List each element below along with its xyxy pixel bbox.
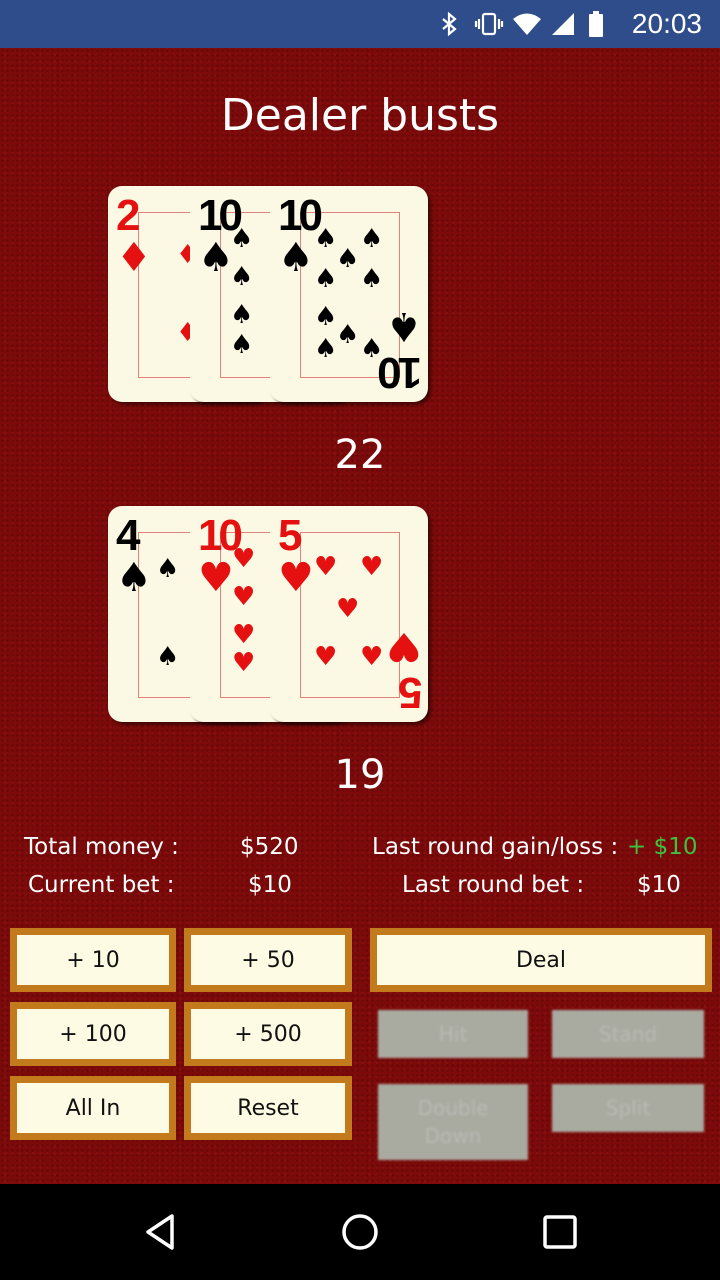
spade-icon: ♠ — [336, 244, 360, 274]
spade-icon: ♠ — [360, 224, 384, 254]
spade-icon: ♠ — [230, 262, 254, 292]
spade-icon: ♠ — [314, 302, 338, 332]
spade-icon: ♠ — [230, 330, 254, 360]
heart-icon: ♥ — [314, 552, 338, 582]
heart-icon: ♥ — [232, 648, 256, 678]
dealer-card-3: 10 ♠ 10 ♠ ♠ ♠ ♠ ♠ ♠ ♠ ♠ ♠ ♠ — [270, 186, 428, 402]
spade-icon: ♠ — [386, 303, 422, 349]
spade-icon: ♠ — [278, 235, 314, 281]
clock: 20:03 — [631, 8, 702, 39]
total-money-label: Total money : — [24, 834, 179, 860]
spade-icon: ♠ — [156, 642, 180, 672]
total-money-value: $520 — [240, 834, 299, 860]
stand-button[interactable]: Stand — [552, 1010, 704, 1058]
heart-icon: ♥ — [336, 594, 360, 624]
status-bar: 20:03 — [0, 0, 720, 48]
wifi-icon — [512, 11, 541, 37]
heart-icon: ♥ — [232, 544, 256, 574]
vibrate-icon — [474, 11, 504, 37]
back-icon[interactable] — [136, 1208, 184, 1256]
spade-icon: ♠ — [314, 224, 338, 254]
spade-icon: ♠ — [314, 264, 338, 294]
all-in-button[interactable]: All In — [10, 1076, 176, 1140]
hit-button[interactable]: Hit — [378, 1010, 528, 1058]
last-gain-value: + $10 — [627, 834, 698, 860]
dealer-score: 22 — [334, 432, 386, 478]
card-rank: 10 — [278, 191, 323, 240]
bet-plus-500-button[interactable]: + 500 — [184, 1002, 352, 1066]
card-rank: 5 — [401, 668, 422, 717]
spade-icon: ♠ — [116, 555, 152, 601]
bet-plus-100-button[interactable]: + 100 — [10, 1002, 176, 1066]
navigation-bar — [0, 1184, 720, 1280]
heart-icon: ♥ — [232, 620, 256, 650]
spade-icon: ♠ — [230, 224, 254, 254]
spade-icon: ♠ — [336, 320, 360, 350]
last-gain-label: Last round gain/loss : — [372, 834, 619, 860]
diamond-icon: ♦ — [116, 235, 152, 281]
spade-icon: ♠ — [360, 334, 384, 364]
heart-icon: ♥ — [232, 582, 256, 612]
bet-plus-10-button[interactable]: + 10 — [10, 928, 176, 992]
deal-button[interactable]: Deal — [370, 928, 712, 992]
battery-icon — [588, 11, 614, 37]
dealer-hand: 2 ♦ ♦ ♦ 10 ♠ ♠ ♠ ♠ ♠ 10 ♠ 10 ♠ ♠ ♠ ♠ ♠ ♠… — [108, 186, 438, 406]
card-rank: 5 — [278, 511, 303, 560]
last-bet-value: $10 — [637, 872, 681, 898]
heart-icon: ♥ — [360, 552, 384, 582]
spade-icon: ♠ — [360, 264, 384, 294]
heart-icon: ♥ — [314, 642, 338, 672]
signal-icon — [550, 11, 576, 37]
heart-icon: ♥ — [386, 623, 422, 669]
spade-icon: ♠ — [156, 554, 180, 584]
current-bet-value: $10 — [248, 872, 292, 898]
player-hand: 4 ♠ ♠ ♠ 10 ♥ ♥ ♥ ♥ ♥ 5 ♥ 5 ♥ ♥ ♥ ♥ ♥ ♥ — [108, 506, 438, 726]
spade-icon: ♠ — [198, 235, 234, 281]
player-score: 19 — [334, 752, 386, 798]
last-bet-label: Last round bet : — [402, 872, 585, 898]
split-button[interactable]: Split — [552, 1084, 704, 1132]
blackjack-table: Dealer busts 2 ♦ ♦ ♦ 10 ♠ ♠ ♠ ♠ ♠ 10 ♠ 1… — [0, 48, 720, 1184]
bet-plus-50-button[interactable]: + 50 — [184, 928, 352, 992]
reset-bet-button[interactable]: Reset — [184, 1076, 352, 1140]
recents-icon[interactable] — [536, 1208, 584, 1256]
card-rank: 10 — [381, 348, 422, 397]
heart-icon: ♥ — [198, 555, 234, 601]
card-rank: 2 — [116, 191, 141, 240]
home-icon[interactable] — [336, 1208, 384, 1256]
spade-icon: ♠ — [230, 300, 254, 330]
heart-icon: ♥ — [360, 642, 384, 672]
bluetooth-icon — [436, 11, 462, 37]
current-bet-label: Current bet : — [28, 872, 175, 898]
double-down-button[interactable]: Double Down — [378, 1084, 528, 1160]
round-result-title: Dealer busts — [220, 90, 500, 141]
spade-icon: ♠ — [314, 334, 338, 364]
card-rank: 4 — [116, 511, 141, 560]
heart-icon: ♥ — [278, 555, 314, 601]
player-card-3: 5 ♥ 5 ♥ ♥ ♥ ♥ ♥ ♥ — [270, 506, 428, 722]
